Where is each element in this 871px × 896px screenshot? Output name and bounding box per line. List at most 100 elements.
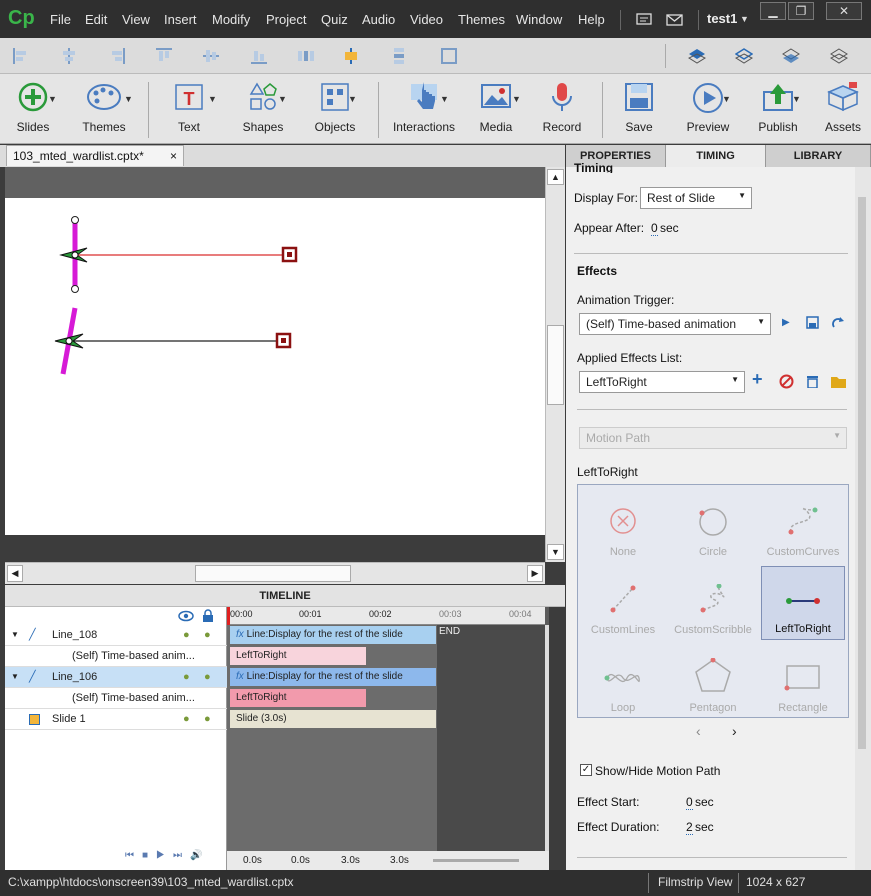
gallery-next-icon[interactable]: ›	[732, 723, 737, 739]
timeline-row-effect-106[interactable]: (Self) Time-based anim...	[5, 688, 227, 709]
panel-scrollbar[interactable]	[855, 167, 871, 870]
timeline-row-effect-108[interactable]: (Self) Time-based anim...	[5, 646, 227, 667]
stage-horizontal-scrollbar[interactable]: ◀ ▶	[5, 562, 545, 584]
effect-loop[interactable]: Loop	[581, 644, 665, 718]
timeline-bar-effect-106[interactable]: LeftToRight	[230, 689, 366, 707]
timeline-bar-line-106[interactable]: fx Line:Display for the rest of the slid…	[230, 668, 436, 686]
maximize-button[interactable]: ❐	[788, 2, 814, 20]
timeline-row-slide-1[interactable]: Slide 1 ● ●	[5, 709, 227, 730]
stage-vertical-scrollbar[interactable]: ▲ ▼	[545, 167, 565, 562]
align-left-icon[interactable]	[12, 47, 30, 65]
menu-insert[interactable]: Insert	[164, 12, 197, 27]
play-effect-icon[interactable]: ▶	[782, 317, 790, 328]
effect-lefttoright-selected[interactable]: LeftToRight	[761, 566, 845, 640]
visibility-dot[interactable]: ●	[183, 709, 190, 729]
tab-timing[interactable]: TIMING	[666, 145, 766, 167]
preview-button[interactable]: ▼ Preview	[676, 76, 740, 142]
line-108-object[interactable]	[59, 216, 298, 293]
timeline-scrollbar[interactable]	[545, 625, 549, 851]
panel-scroll-thumb[interactable]	[858, 197, 866, 749]
menu-file[interactable]: File	[50, 12, 71, 27]
effect-customcurves[interactable]: CustomCurves	[761, 488, 845, 562]
tab-library[interactable]: LIBRARY	[766, 145, 871, 167]
save-button[interactable]: Save	[612, 76, 666, 142]
mail-icon[interactable]	[666, 14, 683, 26]
lock-dot[interactable]: ●	[204, 625, 211, 645]
effect-rectangle[interactable]: Rectangle	[761, 644, 845, 718]
minimize-button[interactable]: ▁	[760, 2, 786, 20]
motion-path-dropdown[interactable]: Motion Path ▼	[579, 427, 847, 449]
distribute-horizontal-icon[interactable]	[297, 47, 315, 65]
distribute-vertical-icon[interactable]	[390, 47, 408, 65]
timeline-bar-effect-108[interactable]: LeftToRight	[230, 647, 366, 665]
effect-circle[interactable]: Circle	[671, 488, 755, 562]
align-right-icon[interactable]	[108, 47, 126, 65]
menu-edit[interactable]: Edit	[85, 12, 107, 27]
folder-icon[interactable]	[830, 374, 847, 388]
slide-canvas[interactable]	[5, 198, 545, 535]
timeline-bar-slide-1[interactable]: Slide (3.0s)	[230, 710, 436, 728]
lock-dot[interactable]: ●	[204, 709, 211, 729]
save-effect-icon[interactable]	[806, 316, 819, 329]
menu-audio[interactable]: Audio	[362, 12, 395, 27]
menu-view[interactable]: View	[122, 12, 150, 27]
menu-help[interactable]: Help	[578, 12, 605, 27]
visibility-dot[interactable]: ●	[183, 667, 190, 687]
effect-customscribble[interactable]: CustomScribble	[671, 566, 755, 640]
lock-icon[interactable]	[202, 609, 214, 623]
objects-button[interactable]: ▼ Objects	[304, 76, 366, 142]
menu-modify[interactable]: Modify	[212, 12, 250, 27]
align-middle-icon[interactable]	[202, 47, 220, 65]
shapes-button[interactable]: ▼ Shapes	[232, 76, 294, 142]
timeline-row-line-106[interactable]: ▼ ╱ Line_106 ● ●	[5, 667, 227, 688]
reset-effect-icon[interactable]	[831, 316, 845, 329]
scroll-up-icon[interactable]: ▲	[547, 169, 564, 185]
bring-forward-icon[interactable]	[735, 47, 753, 65]
interactions-button[interactable]: ▼ Interactions	[388, 76, 460, 142]
record-button[interactable]: Record	[536, 76, 588, 142]
effect-duration-input[interactable]: 2	[686, 820, 693, 835]
scroll-down-icon[interactable]: ▼	[547, 544, 564, 560]
center-on-slide-icon[interactable]	[342, 47, 360, 65]
send-to-back-icon[interactable]	[830, 47, 848, 65]
close-tab-icon[interactable]: ×	[170, 149, 177, 163]
timeline-zoom-slider[interactable]	[433, 859, 519, 862]
effect-customlines[interactable]: CustomLines	[581, 566, 665, 640]
timeline-header[interactable]: TIMELINE	[5, 585, 565, 607]
eye-icon[interactable]	[178, 610, 194, 622]
user-name[interactable]: test1	[707, 11, 737, 26]
bring-to-front-icon[interactable]	[688, 47, 706, 65]
collapse-icon[interactable]: ▼	[11, 625, 19, 645]
trash-icon[interactable]	[806, 374, 819, 388]
gallery-prev-icon[interactable]: ‹	[696, 723, 701, 739]
themes-button[interactable]: ▼ Themes	[72, 76, 136, 142]
text-button[interactable]: T ▼ Text	[158, 76, 220, 142]
close-window-button[interactable]: ✕	[826, 2, 862, 20]
align-top-icon[interactable]	[155, 47, 173, 65]
menu-project[interactable]: Project	[266, 12, 306, 27]
timeline-bar-line-108[interactable]: fx Line:Display for the rest of the slid…	[230, 626, 436, 644]
disable-effect-icon[interactable]	[779, 374, 794, 389]
scroll-left-icon[interactable]: ◀	[7, 565, 23, 582]
collapse-icon[interactable]: ▼	[11, 667, 19, 687]
effect-pentagon[interactable]: Pentagon	[671, 644, 755, 718]
filmstrip-view-label[interactable]: Filmstrip View	[658, 875, 732, 889]
effect-none[interactable]: None	[581, 488, 665, 562]
slides-button[interactable]: ▼ Slides	[4, 76, 62, 142]
scroll-right-icon[interactable]: ▶	[527, 565, 543, 582]
visibility-dot[interactable]: ●	[183, 625, 190, 645]
animation-trigger-dropdown[interactable]: (Self) Time-based animation ▼	[579, 313, 771, 335]
document-tab[interactable]: 103_mted_wardlist.cptx* ×	[6, 145, 184, 166]
publish-button[interactable]: ▼ Publish	[748, 76, 808, 142]
assets-button[interactable]: Assets	[816, 76, 870, 142]
timeline-row-line-108[interactable]: ▼ ╱ Line_108 ● ●	[5, 625, 227, 646]
align-center-icon[interactable]	[60, 47, 78, 65]
timeline-playback-controls[interactable]: ⏮■▶⏭🔊	[125, 850, 210, 861]
menu-themes[interactable]: Themes	[458, 12, 505, 27]
line-106-object[interactable]	[54, 307, 292, 375]
comment-icon[interactable]	[636, 13, 652, 27]
vertical-scroll-thumb[interactable]	[547, 325, 564, 405]
menu-window[interactable]: Window	[516, 12, 562, 27]
show-motion-path-checkbox[interactable]: ✓	[580, 764, 592, 776]
horizontal-scroll-thumb[interactable]	[195, 565, 351, 582]
